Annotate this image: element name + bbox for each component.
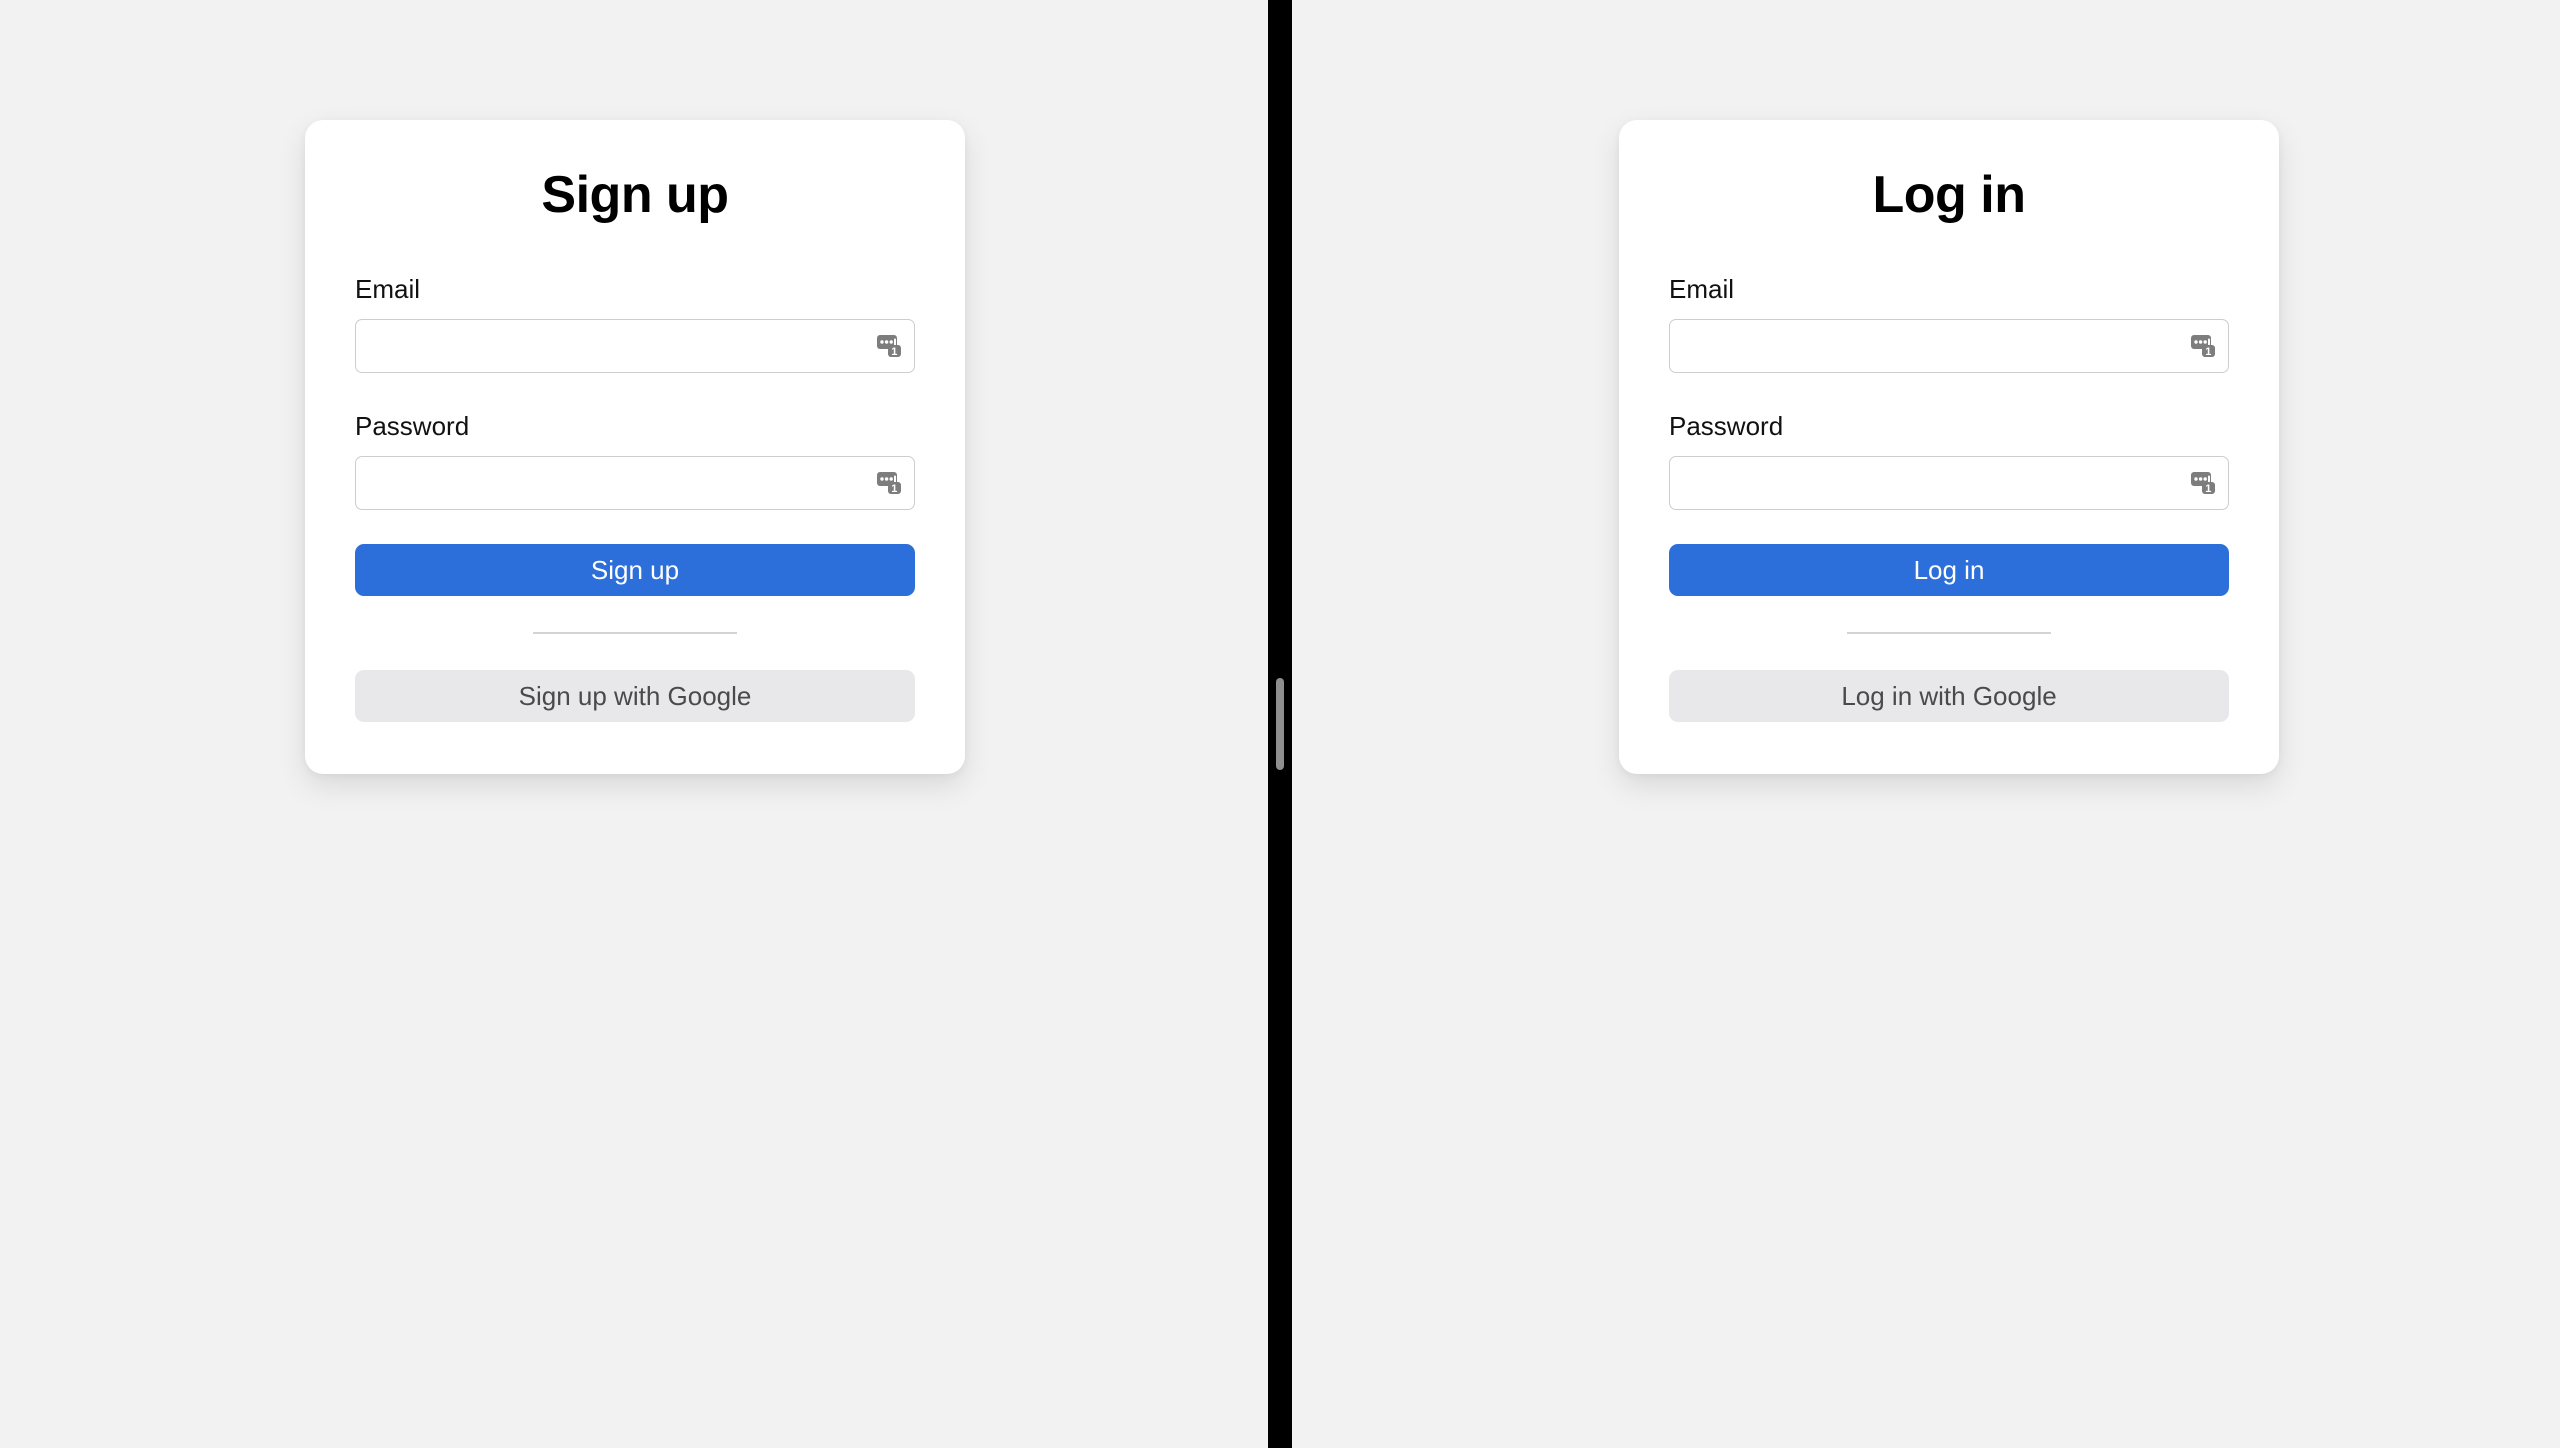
login-submit-button[interactable]: Log in (1669, 544, 2229, 597)
login-email-input[interactable] (1669, 319, 2229, 374)
svg-text:1: 1 (891, 346, 897, 358)
right-pane-login: Log in Email 1 Password 1 Log in Log in … (1292, 0, 2560, 1448)
login-divider (1669, 596, 2229, 670)
login-with-google-button[interactable]: Log in with Google (1669, 670, 2229, 723)
login-email-field-group: Email 1 (1669, 274, 2229, 374)
signup-email-label: Email (355, 274, 421, 304)
signup-email-input-wrap: 1 (355, 319, 915, 374)
signup-password-field-group: Password 1 (355, 411, 915, 511)
signup-password-label: Password (355, 411, 470, 442)
pane-splitter[interactable] (1268, 0, 1292, 1448)
signup-password-input-wrap: 1 (355, 456, 915, 511)
password-manager-autofill-icon[interactable]: 1 (875, 468, 905, 498)
password-manager-autofill-icon[interactable]: 1 (2189, 468, 2219, 498)
svg-text:1: 1 (2205, 346, 2211, 358)
divider-line (533, 632, 737, 635)
splitter-drag-handle[interactable] (1276, 678, 1284, 770)
svg-text:1: 1 (2205, 483, 2211, 495)
password-manager-autofill-icon[interactable]: 1 (875, 331, 905, 361)
login-email-label: Email (1669, 274, 1735, 304)
left-pane-signup: Sign up Email 1 Password 1 Sign up Sign … (0, 0, 1268, 1448)
login-password-field-group: Password 1 (1669, 411, 2229, 511)
signup-with-google-button[interactable]: Sign up with Google (355, 670, 915, 723)
signup-submit-button[interactable]: Sign up (355, 544, 915, 597)
login-email-input-wrap: 1 (1669, 319, 2229, 374)
login-password-input-wrap: 1 (1669, 456, 2229, 511)
signup-email-field-group: Email 1 (355, 274, 915, 374)
login-password-label: Password (1669, 411, 1784, 442)
signup-password-input[interactable] (355, 456, 915, 511)
password-manager-autofill-icon[interactable]: 1 (2189, 331, 2219, 361)
login-password-input[interactable] (1669, 456, 2229, 511)
signup-email-input[interactable] (355, 319, 915, 374)
divider-line (1847, 632, 2051, 635)
app-viewport: Sign up Email 1 Password 1 Sign up Sign … (0, 0, 2560, 1448)
signup-card: Sign up Email 1 Password 1 Sign up Sign … (305, 120, 965, 775)
login-title: Log in (1872, 166, 2026, 224)
signup-divider (355, 596, 915, 670)
svg-text:1: 1 (891, 483, 897, 495)
login-card: Log in Email 1 Password 1 Log in Log in … (1619, 120, 2279, 775)
signup-title: Sign up (541, 166, 729, 224)
